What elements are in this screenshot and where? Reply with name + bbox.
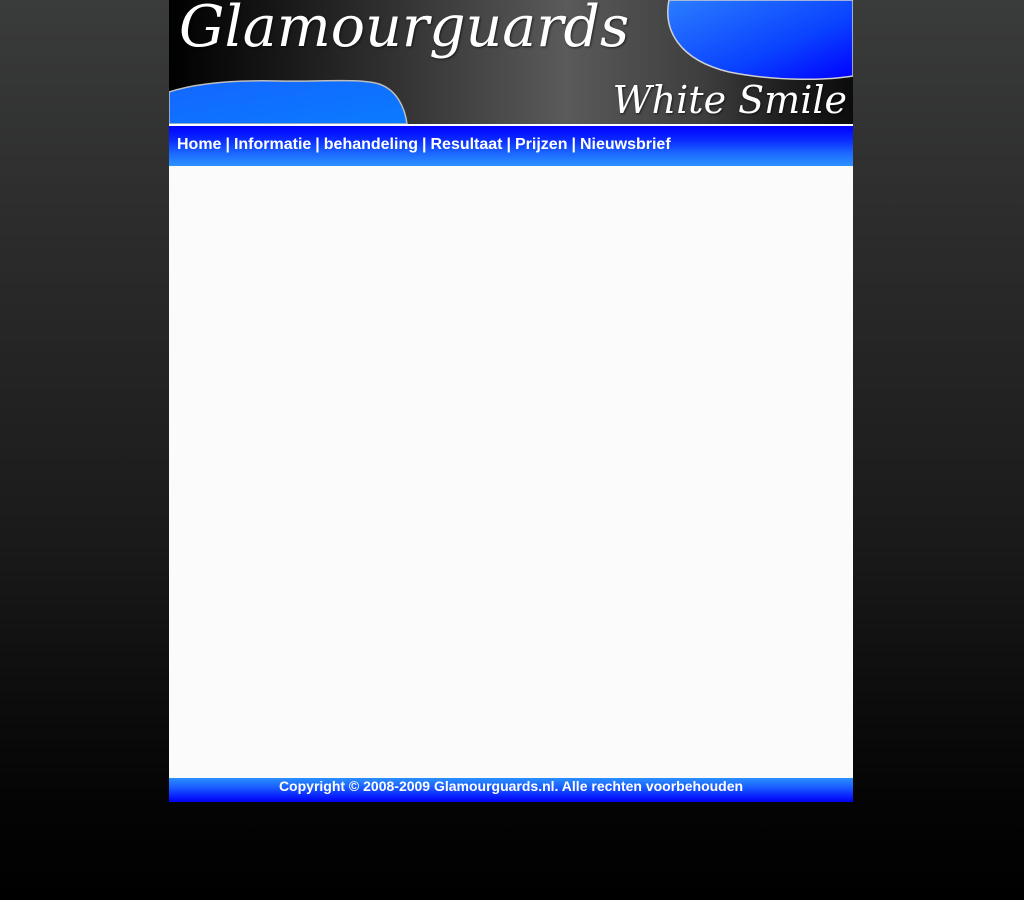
nav-separator: | [225, 136, 230, 153]
main-nav: Home | Informatie | behandeling | Resultaat | Pr… [177, 136, 671, 154]
nav-link-nieuwsbrief[interactable]: Nieuwsbrief [580, 136, 671, 153]
nav-link-home[interactable]: Home [177, 136, 221, 153]
header-wave-bottom-left [169, 79, 408, 124]
nav-link-behandeling[interactable]: behandeling [324, 136, 418, 153]
navigation-bar: Home | Informatie | behandeling | Resultaat | Pr… [169, 126, 853, 166]
nav-link-prijzen[interactable]: Prijzen [515, 136, 567, 153]
nav-link-resultaat[interactable]: Resultaat [430, 136, 502, 153]
main-content-area [169, 166, 853, 778]
nav-separator: | [571, 136, 576, 153]
site-tagline: White Smile [612, 78, 847, 122]
nav-separator: | [422, 136, 427, 153]
page-container: Glamourguards White Smile Home | Informati… [169, 0, 853, 802]
site-header: Glamourguards White Smile [169, 0, 853, 124]
footer-copyright: Copyright © 2008-2009 Glamourguards.nl. … [278, 778, 744, 794]
header-wave-top-right [667, 0, 853, 80]
footer-bar: Copyright © 2008-2009 Glamourguards.nl. … [169, 778, 853, 802]
nav-link-informatie[interactable]: Informatie [234, 136, 311, 153]
nav-separator: | [315, 136, 320, 153]
nav-separator: | [506, 136, 511, 153]
site-logo-title[interactable]: Glamourguards [179, 0, 629, 60]
